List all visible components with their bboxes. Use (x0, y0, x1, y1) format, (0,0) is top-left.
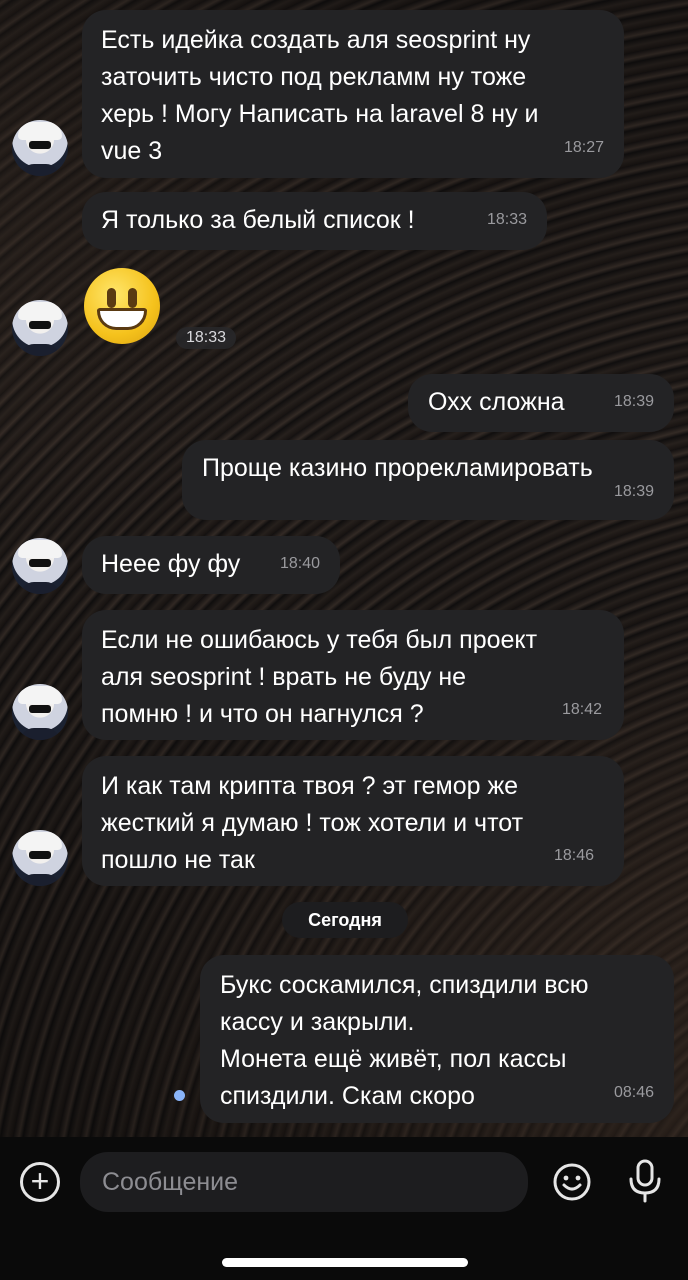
message-bubble[interactable]: Есть идейка создать аля seosprint ну зат… (82, 10, 624, 178)
message-text: Проще казино прорекламировать (202, 454, 593, 482)
message-time: 18:27 (563, 139, 604, 156)
sender-avatar[interactable] (12, 120, 68, 176)
message-time: 18:42 (561, 701, 602, 718)
message-time: 18:40 (279, 555, 320, 572)
smile-icon[interactable] (552, 1162, 592, 1202)
message-text: Я только за белый список ! (101, 206, 415, 234)
plus-icon[interactable]: + (20, 1162, 60, 1202)
home-indicator (222, 1258, 468, 1267)
message-bubble-outgoing[interactable]: Проще казино прорекламировать 18:39 (182, 440, 674, 520)
message-time: 18:46 (553, 847, 594, 864)
message-bubble-outgoing[interactable]: Охх сложна 18:39 (408, 374, 674, 432)
sender-avatar[interactable] (12, 300, 68, 356)
message-time: 18:39 (613, 483, 654, 500)
message-bubble[interactable]: Неее фу фу 18:40 (82, 536, 340, 594)
message-input[interactable] (80, 1152, 528, 1212)
message-text: Есть идейка создать аля seosprint ну зат… (101, 26, 539, 165)
message-bubble-outgoing[interactable]: Букс соскамился, спиздили всю кассу и за… (200, 955, 674, 1123)
message-time: 08:46 (613, 1084, 654, 1101)
message-bubble[interactable]: Если не ошибаюсь у тебя был проект аля s… (82, 610, 624, 740)
sender-avatar[interactable] (12, 684, 68, 740)
message-time: 18:39 (613, 393, 654, 410)
message-text: И как там крипта твоя ? эт гемор же жест… (101, 772, 524, 874)
smiling-emoji[interactable] (84, 268, 160, 344)
message-text: Букс соскамился, спиздили всю кассу и за… (220, 971, 589, 1110)
date-divider: Сегодня (282, 902, 408, 938)
unread-indicator (174, 1090, 185, 1101)
message-bubble[interactable]: И как там крипта твоя ? эт гемор же жест… (82, 756, 624, 886)
message-time: 18:33 (176, 327, 237, 349)
message-time: 18:33 (486, 211, 527, 228)
sender-avatar[interactable] (12, 830, 68, 886)
message-bubble[interactable]: Я только за белый список ! 18:33 (82, 192, 547, 250)
microphone-icon[interactable] (626, 1158, 664, 1204)
sender-avatar[interactable] (12, 538, 68, 594)
message-text: Если не ошибаюсь у тебя был проект аля s… (101, 626, 538, 728)
